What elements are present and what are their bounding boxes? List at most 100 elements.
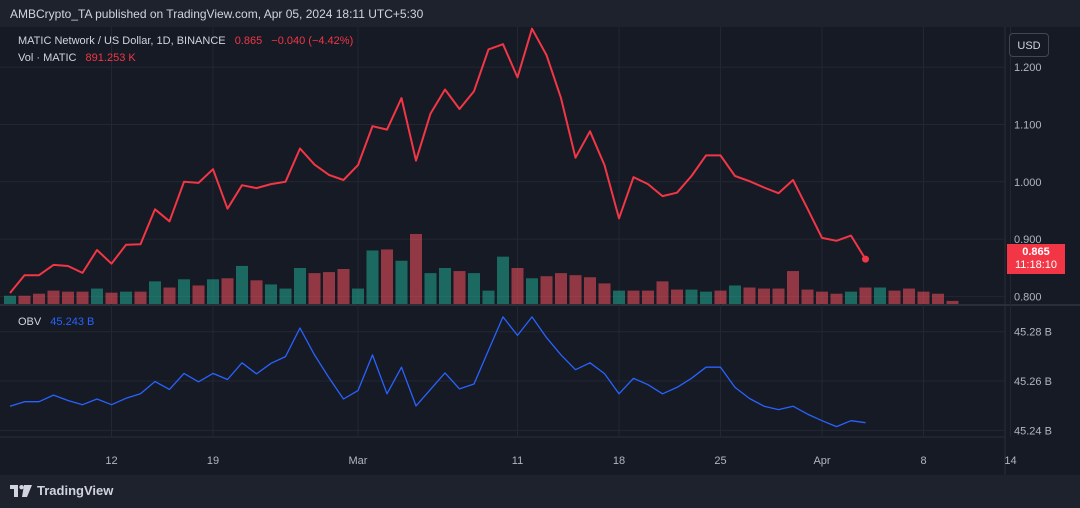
volume-bar [714, 290, 727, 304]
y-tick-label: 1.100 [1014, 119, 1042, 131]
volume-bar [468, 273, 480, 304]
volume-bar [265, 284, 277, 304]
volume-bar [33, 293, 45, 304]
volume-bar [105, 292, 118, 304]
currency-button[interactable]: USD [1009, 33, 1049, 57]
axis-labels: 12 19 Mar 11 18 25 Apr 8 141.2001.1001.0000.9000… [105, 62, 1052, 467]
price-tag-value: 0.865 [1022, 246, 1050, 258]
volume-bar [424, 273, 437, 304]
volume-bar [497, 256, 509, 304]
symbol-legend[interactable]: MATIC Network / US Dollar, 1D, BINANCE 0… [18, 35, 353, 47]
volume-bar [758, 288, 770, 304]
volume-bar [888, 290, 901, 304]
volume-bar [91, 288, 103, 304]
chart-svg: 12 19 Mar 11 18 25 Apr 8 141.2001.1001.0000.9000… [0, 27, 1080, 475]
volume-bar [569, 275, 582, 304]
volume-bar [685, 289, 698, 304]
chart-area[interactable]: 12 19 Mar 11 18 25 Apr 8 14 1.200 1.100 1.000 0.900 0… [0, 27, 1080, 475]
publish-info: AMBCrypto_TA published on TradingView.co… [10, 7, 424, 21]
x-tick-label: 18 [613, 455, 625, 467]
volume-bar [729, 285, 741, 304]
volume-bar [76, 291, 89, 304]
obv-value: 45.243 B [50, 316, 95, 328]
obv-label: OBV [18, 316, 42, 328]
volume-bar [62, 291, 74, 304]
last-price-dot [862, 255, 869, 263]
volume-bar [250, 280, 263, 304]
volume-bar [917, 291, 930, 304]
volume-bar [395, 260, 408, 304]
volume-bar [18, 295, 31, 304]
volume-bar [207, 279, 219, 304]
volume-bar [845, 291, 857, 304]
symbol-title: MATIC Network / US Dollar, 1D, BINANCE [18, 35, 226, 47]
price-change: −0.040 (−4.42%) [271, 35, 354, 47]
volume-legend[interactable]: Vol · MATIC 891.253 K [18, 52, 136, 64]
volume-bar [236, 265, 248, 304]
price-series [9, 27, 869, 294]
volume-bar [134, 291, 147, 304]
volume-bar [453, 271, 466, 304]
obv-legend[interactable]: OBV 45.243 B [18, 316, 94, 328]
volume-bar [801, 289, 814, 304]
volume-bar [656, 281, 669, 304]
x-tick-label: 25 [714, 455, 726, 467]
x-tick-label: 14 [1004, 455, 1016, 467]
volume-bar [178, 279, 190, 304]
last-price: 0.865 [234, 35, 263, 47]
volume-value: 891.253 K [85, 52, 136, 64]
volume-bar [221, 278, 234, 304]
volume-bar [772, 288, 785, 304]
volume-bar [671, 289, 683, 304]
volume-bar [627, 290, 640, 304]
volume-bar [337, 269, 350, 304]
volume-bar [526, 278, 538, 304]
volume-bar [598, 283, 611, 304]
volume-bar [308, 273, 321, 304]
volume-bar [482, 290, 495, 304]
grid-lines [0, 27, 1080, 475]
volume-bar [816, 291, 828, 304]
volume-bar [279, 288, 292, 304]
volume-bar [700, 291, 712, 304]
volume-bar [859, 287, 872, 304]
volume-bar [642, 290, 654, 304]
volume-bar [149, 281, 161, 304]
obv-tick-label: 45.24 B [1014, 425, 1052, 437]
volume-bar [120, 291, 132, 304]
x-tick-label: 8 [920, 455, 926, 467]
volume-label: Vol · MATIC [18, 52, 77, 64]
volume-bar [903, 288, 915, 304]
volume-bar [366, 250, 379, 304]
y-tick-label: 1.200 [1014, 62, 1042, 74]
volume-bar [932, 293, 944, 304]
volume-bar [874, 287, 886, 304]
obv-tick-label: 45.26 B [1014, 376, 1052, 388]
x-tick-label: 11 [512, 455, 523, 467]
y-tick-label: 1.000 [1014, 177, 1042, 189]
volume-bar [323, 272, 335, 304]
volume-bar [439, 267, 451, 304]
volume-bar [381, 249, 393, 304]
last-price-tag: 0.865 11:18:10 [1007, 244, 1065, 274]
volume-bar [294, 267, 306, 304]
volume-bars [4, 234, 959, 304]
volume-bar [830, 293, 843, 304]
volume-bar [192, 285, 205, 304]
tradingview-logo-icon [10, 484, 32, 497]
volume-bar [352, 288, 364, 304]
tradingview-logo[interactable]: TradingView [10, 483, 113, 498]
x-tick-label: Apr [813, 455, 830, 467]
volume-bar [613, 290, 625, 304]
volume-bar [584, 277, 596, 304]
price-line [9, 27, 867, 294]
price-tag-countdown: 11:18:10 [1014, 259, 1057, 271]
x-tick-label: 19 [207, 455, 219, 467]
volume-bar [4, 295, 16, 304]
volume-bar [511, 267, 524, 304]
volume-bar [163, 287, 176, 304]
volume-bar [555, 273, 567, 304]
volume-bar [946, 300, 959, 304]
volume-bar [787, 271, 799, 304]
volume-bar [540, 276, 553, 304]
